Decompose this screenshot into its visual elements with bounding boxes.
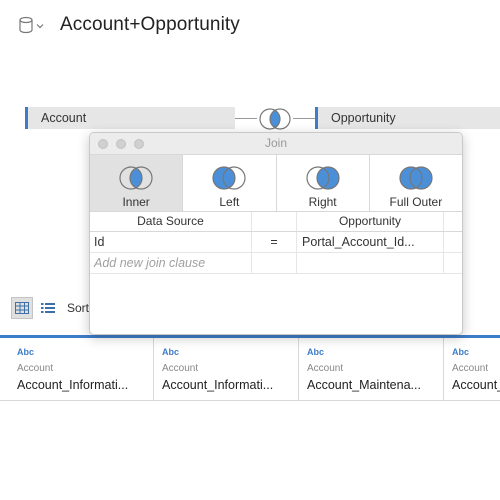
grid-toolbar: Sort: [11, 297, 89, 319]
right-table-pill[interactable]: Opportunity: [315, 107, 500, 129]
clause-header-operator: [252, 212, 297, 231]
join-type-inner-button[interactable]: Inner: [90, 155, 184, 211]
field-column[interactable]: Abc Account Account_Maintena...: [299, 338, 444, 400]
join-type-selector: Inner Left Right Full Outer: [90, 155, 462, 212]
datasource-title[interactable]: Account+Opportunity: [60, 14, 240, 36]
full-outer-join-icon: [399, 166, 433, 190]
sort-label[interactable]: Sort: [67, 301, 89, 315]
add-join-clause-row[interactable]: Add new join clause: [90, 253, 462, 274]
clause-right-field[interactable]: Portal_Account_Id...: [297, 232, 444, 252]
join-type-label: Right: [308, 195, 337, 209]
field-name: Account_Informati...: [162, 378, 274, 392]
metadata-list-view-button[interactable]: [37, 297, 59, 319]
field-column[interactable]: Abc Account Account_Informati...: [0, 338, 154, 400]
join-type-right-button[interactable]: Right: [277, 155, 370, 211]
string-type-icon: Abc: [162, 347, 180, 357]
right-join-icon: [306, 166, 340, 190]
field-column[interactable]: Abc Account Account_: [444, 338, 500, 400]
database-icon[interactable]: [18, 16, 34, 34]
field-name: Account_Informati...: [17, 378, 129, 392]
join-type-label: Full Outer: [389, 195, 443, 209]
close-window-button[interactable]: [98, 139, 108, 149]
data-grid-view-button[interactable]: [11, 297, 33, 319]
join-type-label: Inner: [122, 195, 150, 209]
inner-join-venn-icon[interactable]: [257, 107, 293, 131]
zoom-window-button[interactable]: [134, 139, 144, 149]
clause-header-left: Data Source: [90, 212, 252, 231]
join-clause-header: Data Source Opportunity: [90, 212, 462, 232]
join-type-left-button[interactable]: Left: [183, 155, 277, 211]
join-dialog-titlebar[interactable]: Join: [90, 133, 462, 155]
field-table-name: Account: [17, 363, 54, 374]
join-connector-right: [293, 118, 315, 119]
metadata-list-icon: [41, 303, 55, 313]
string-type-icon: Abc: [17, 347, 35, 357]
field-name: Account_Maintena...: [307, 378, 421, 392]
string-type-icon: Abc: [452, 347, 470, 357]
clause-operator[interactable]: =: [252, 232, 297, 252]
add-join-clause-placeholder[interactable]: Add new join clause: [90, 253, 252, 273]
field-grid: Abc Account Account_Informati... Abc Acc…: [0, 338, 500, 401]
field-name: Account_: [452, 378, 500, 392]
clause-header-right: Opportunity: [297, 212, 444, 231]
left-join-icon: [212, 166, 246, 190]
chevron-down-icon[interactable]: [36, 23, 44, 29]
inner-join-icon: [119, 166, 153, 190]
minimize-window-button[interactable]: [116, 139, 126, 149]
string-type-icon: Abc: [307, 347, 325, 357]
field-table-name: Account: [162, 363, 199, 374]
join-type-full-outer-button[interactable]: Full Outer: [370, 155, 462, 211]
join-dialog-title: Join: [264, 136, 287, 150]
join-connector-left: [235, 118, 257, 119]
clause-left-field[interactable]: Id: [90, 232, 252, 252]
join-type-label: Left: [219, 195, 240, 209]
join-clause-row[interactable]: Id = Portal_Account_Id...: [90, 232, 462, 253]
field-table-name: Account: [452, 363, 489, 374]
field-column[interactable]: Abc Account Account_Informati...: [154, 338, 299, 400]
left-table-pill[interactable]: Account: [25, 107, 235, 129]
data-grid-icon: [15, 302, 29, 314]
join-dialog: Join Inner Left Right Full Outer Data So…: [89, 132, 463, 335]
datasource-header: Account+Opportunity: [18, 14, 240, 36]
field-table-name: Account: [307, 363, 344, 374]
